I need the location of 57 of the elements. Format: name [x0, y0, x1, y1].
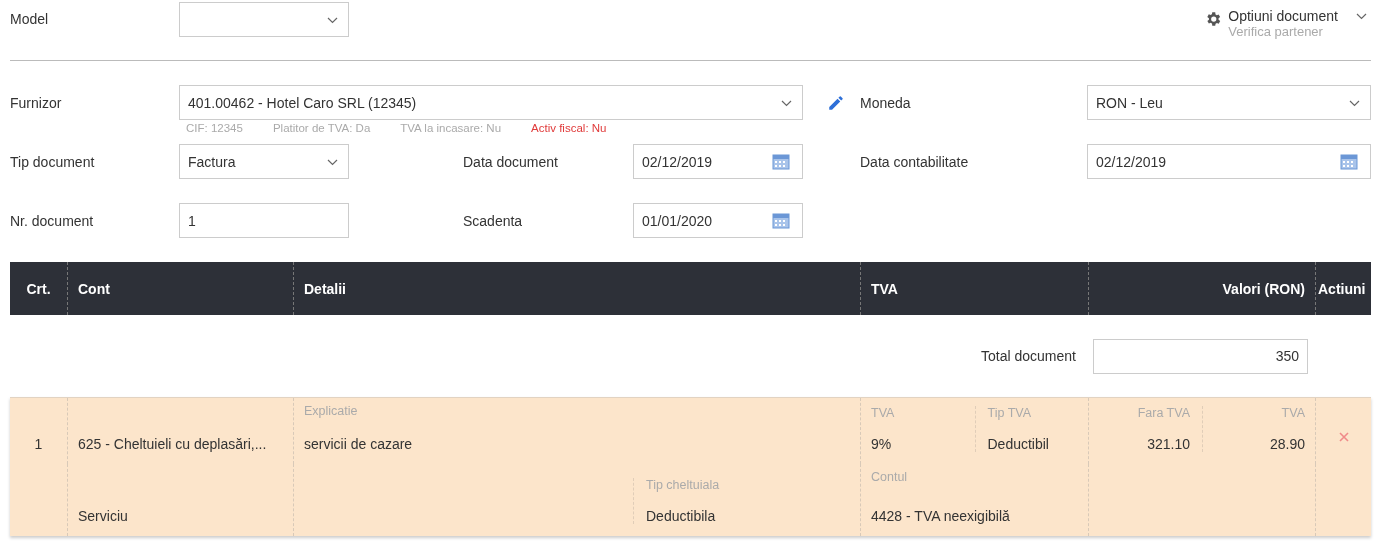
supplier-info-text: Activ fiscal: Nu [531, 122, 607, 134]
table-cell: 625 - Cheltuieli cu deplasări,... [78, 436, 267, 452]
date-field[interactable]: 01/01/2020 [633, 203, 803, 238]
table-cell-text: 9% [871, 436, 893, 452]
date-field[interactable]: 02/12/2019 [633, 144, 803, 179]
document-type-select[interactable]: Factura [179, 144, 349, 179]
table-cell: Serviciu [78, 508, 128, 524]
supplier-info-text: Platitor de TVA: Da [272, 122, 371, 134]
cell-label: Fara TVA [1137, 406, 1190, 420]
calendar-icon[interactable] [772, 152, 790, 170]
field-label: Furnizor [10, 94, 63, 111]
pencil-icon[interactable] [827, 93, 845, 112]
field-label: Data document [463, 153, 559, 170]
table-cell-text: Deductibila [646, 508, 717, 524]
table-cell: 4428 - TVA neexigibilă [871, 508, 1010, 524]
field-label: Tip document [10, 153, 96, 170]
chevron-icon [781, 100, 792, 107]
table-cell: 28.90 [1269, 436, 1305, 452]
cell-label: Explicatie [304, 404, 358, 418]
options-menu-title[interactable]: Optiuni document [1228, 8, 1338, 24]
table-cell: 321.10 [1147, 436, 1190, 452]
delete-icon[interactable] [1338, 432, 1349, 442]
table-cell: 1 [34, 436, 43, 452]
cell-label: Tip cheltuiala [646, 478, 721, 492]
column-header: TVA [860, 262, 1088, 315]
field-label: Data contabilitate [860, 153, 970, 170]
field-label: Moneda [860, 94, 912, 111]
field-label: Model [10, 11, 50, 27]
column-header: Valori (RON) [1088, 262, 1315, 315]
column-header: Cont [67, 262, 293, 315]
chevron-icon [327, 16, 338, 24]
chevron-icon [1349, 100, 1360, 107]
column-header: Crt. [25, 279, 52, 299]
supplier-info-text: CIF: 12345 [186, 122, 243, 134]
options-subtitle: Verifica partener [1228, 24, 1324, 40]
currency-select[interactable]: RON - Leu [1087, 85, 1371, 120]
field-label: Scadenta [463, 212, 524, 229]
field-label: Nr. document [10, 212, 95, 229]
supplier-select[interactable]: 401.00462 - Hotel Caro SRL (12345) [179, 85, 803, 120]
column-header: Detalii [293, 262, 860, 315]
total-input[interactable]: 350 [1093, 338, 1308, 374]
chevron-icon[interactable] [1356, 13, 1367, 20]
cell-label: Contul [871, 470, 908, 484]
date-field[interactable]: 02/12/2019 [1087, 144, 1371, 179]
document-number-input[interactable]: 1 [179, 203, 349, 238]
cell-label: Tip TVA [987, 406, 1033, 420]
calendar-icon[interactable] [772, 211, 790, 229]
chevron-icon [327, 159, 338, 166]
table-cell: servicii de cazare [304, 436, 413, 452]
cell-label: TVA [871, 406, 896, 420]
cell-label: TVA [1281, 406, 1305, 420]
supplier-info-text: TVA la incasare: Nu [400, 122, 502, 134]
table-cell-text: Deductibil [987, 436, 1050, 452]
column-header: Actiuni [1315, 262, 1371, 315]
model-select[interactable] [179, 1, 349, 37]
calendar-icon[interactable] [1340, 152, 1358, 170]
total-label: Total document [981, 348, 1076, 364]
